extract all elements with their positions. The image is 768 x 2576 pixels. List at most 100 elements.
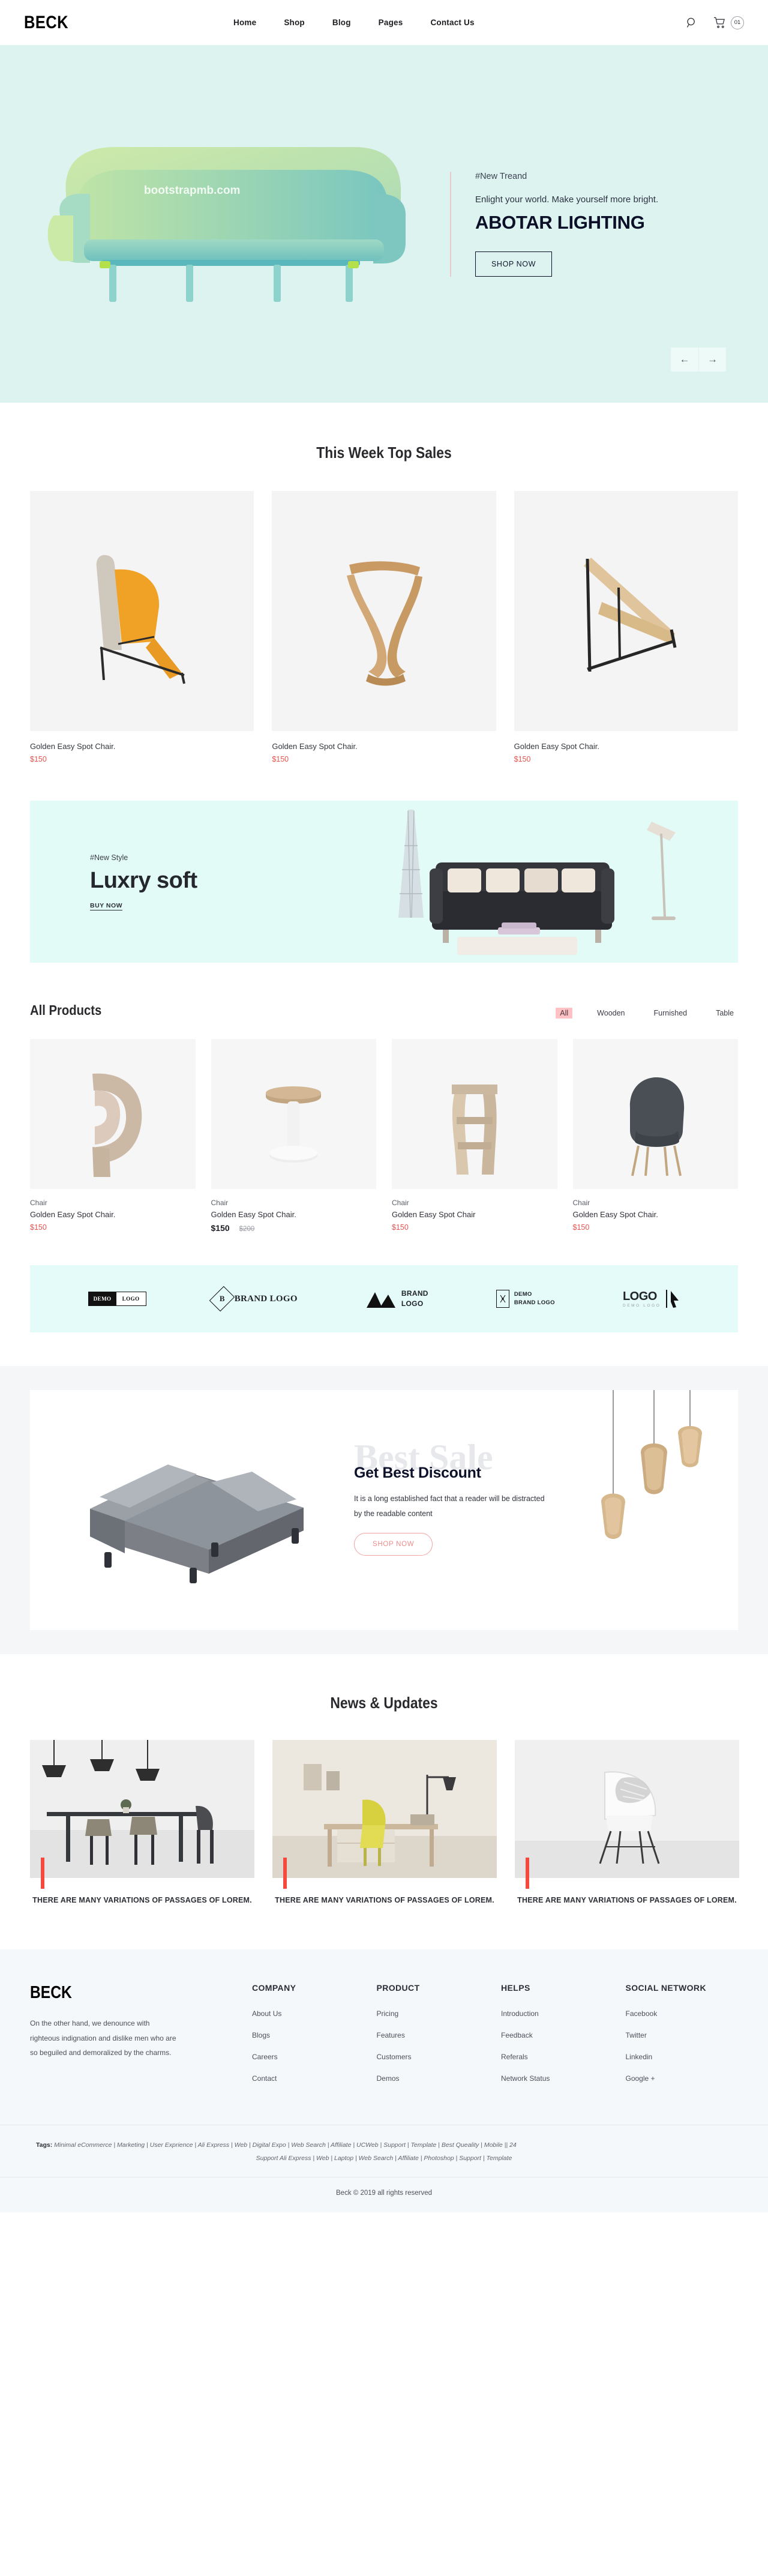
product-price: $150 (30, 1223, 47, 1232)
product-image (392, 1039, 557, 1189)
product-category: Chair (211, 1199, 229, 1207)
luxry-soft-banner: #New Style Luxry soft BUY NOW (30, 801, 738, 963)
footer-column-title: PRODUCT (376, 1983, 420, 1993)
footer-link-careers[interactable]: Careers (252, 2053, 365, 2061)
brand-line-1: BRAND (401, 1289, 428, 1298)
news-image (30, 1740, 254, 1878)
hero-text-block: #New Treand Enlight your world. Make you… (450, 171, 658, 277)
nav-item-pages[interactable]: Pages (379, 18, 403, 27)
product-card[interactable]: Chair Golden Easy Spot Chair $150 (392, 1039, 557, 1233)
footer-link-twitter[interactable]: Twitter (626, 2031, 739, 2039)
product-price-row: $150 (30, 1223, 196, 1232)
footer-link-linkedin[interactable]: Linkedin (626, 2053, 739, 2061)
news-headline: THERE ARE MANY VARIATIONS OF PASSAGES OF… (32, 1896, 252, 1904)
product-image (30, 491, 254, 731)
footer-link-contact[interactable]: Contact (252, 2074, 365, 2083)
filter-tab-table[interactable]: Table (712, 1008, 738, 1019)
product-card[interactable]: Golden Easy Spot Chair. $150 (272, 491, 496, 763)
product-price-row: $150 $200 (211, 1223, 377, 1233)
footer-link-referals[interactable]: Referals (501, 2053, 614, 2061)
footer-link-features[interactable]: Features (377, 2031, 490, 2039)
product-card[interactable]: Chair Golden Easy Spot Chair. $150 $200 (211, 1039, 377, 1233)
hero-sofa-illustration: bootstrapmb.com (42, 104, 426, 344)
footer-link-pricing[interactable]: Pricing (377, 2009, 490, 2018)
discount-shop-now-button[interactable]: SHOP NOW (354, 1532, 433, 1556)
brand-logo-logo-arrow[interactable]: LOGO DEMO LOGO (623, 1289, 680, 1309)
hero-title: ABOTAR LIGHTING (475, 211, 645, 233)
footer-logo[interactable]: BECK (30, 1983, 209, 2003)
news-updates-section: News & Updates THERE ARE MANY VARIATIONS… (30, 1694, 739, 1907)
hero-tagline: #New Treand (475, 171, 527, 181)
footer-link-facebook[interactable]: Facebook (626, 2009, 739, 2018)
cart-area[interactable]: 01 (712, 16, 744, 30)
footer-column-product: PRODUCT Pricing Features Customers Demos (377, 1983, 490, 2096)
all-products-title: All Products (30, 1002, 102, 1018)
footer-link-about-us[interactable]: About Us (252, 2009, 365, 2018)
product-image (211, 1039, 376, 1189)
brand-logo-text-b: LOGO (116, 1292, 146, 1305)
luxry-text-block: #New Style Luxry soft BUY NOW (30, 853, 197, 910)
product-price-row: $150 (573, 1223, 739, 1232)
nav-item-home[interactable]: Home (233, 18, 256, 27)
footer-link-feedback[interactable]: Feedback (501, 2031, 614, 2039)
news-grid: THERE ARE MANY VARIATIONS OF PASSAGES OF… (30, 1740, 739, 1907)
product-card[interactable]: Golden Easy Spot Chair. $150 (30, 491, 254, 763)
filter-tab-furnished[interactable]: Furnished (650, 1008, 692, 1019)
product-price: $150 (30, 755, 47, 763)
product-image (272, 491, 496, 731)
footer-link-introduction[interactable]: Introduction (501, 2009, 614, 2018)
product-price: $150 (272, 755, 289, 763)
footer-column-company: COMPANY About Us Blogs Careers Contact (252, 1983, 365, 2096)
product-category: Chair (392, 1199, 409, 1207)
footer-link-demos[interactable]: Demos (377, 2074, 490, 2083)
brand-logo-demo-brand-logo[interactable]: DEMO BRAND LOGO (496, 1290, 555, 1308)
product-card[interactable]: Chair Golden Easy Spot Chair. $150 (572, 1039, 739, 1233)
slider-next-arrow-icon[interactable]: → (698, 348, 726, 372)
nav-item-contact-us[interactable]: Contact Us (430, 18, 474, 27)
luxry-buy-now-link[interactable]: BUY NOW (90, 902, 123, 910)
all-products-grid: Chair Golden Easy Spot Chair. $150 Chair… (30, 1039, 738, 1233)
product-price-row: $150 (392, 1223, 557, 1232)
cart-icon[interactable] (712, 16, 727, 30)
footer-link-blogs[interactable]: Blogs (252, 2031, 365, 2039)
product-card[interactable]: Golden Easy Spot Chair. $150 (514, 491, 738, 763)
hero-shop-now-button[interactable]: SHOP NOW (475, 251, 553, 277)
brand-diamond-icon: B (209, 1286, 235, 1312)
product-category: Chair (572, 1199, 590, 1207)
nav-item-shop[interactable]: Shop (284, 18, 305, 27)
product-image (30, 1039, 196, 1189)
brand-line-1: DEMO (514, 1290, 532, 1298)
product-category: Chair (30, 1199, 47, 1207)
footer-tags-line-1: Minimal eCommerce | Marketing | User Exp… (54, 2141, 517, 2149)
search-icon[interactable] (685, 16, 699, 30)
hero-slider: bootstrapmb.com #New Treand Enlight your… (0, 45, 768, 403)
discount-sofa-image (54, 1425, 330, 1596)
brand-logo-b-brand-logo[interactable]: B BRAND LOGO (209, 1286, 298, 1312)
brand-logo-text: BRAND LOGO (401, 1289, 428, 1310)
footer-column-title: SOCIAL NETWORK (625, 1983, 706, 1993)
brand-logo-mountain[interactable]: BRAND LOGO (365, 1289, 428, 1310)
footer-link-customers[interactable]: Customers (377, 2053, 490, 2061)
brand-logo-demo-logo[interactable]: DEMO LOGO (88, 1292, 146, 1306)
product-name: Golden Easy Spot Chair. (272, 742, 358, 751)
footer-columns: BECK On the other hand, we denounce with… (0, 1983, 768, 2096)
brand-line-2: LOGO (401, 1299, 424, 1308)
site-logo[interactable]: BECK (24, 13, 68, 33)
filter-tab-wooden[interactable]: Wooden (593, 1008, 629, 1019)
footer-link-google-plus[interactable]: Google + (626, 2074, 739, 2083)
footer-link-network-status[interactable]: Network Status (501, 2074, 614, 2083)
news-image (272, 1740, 497, 1878)
news-card[interactable]: THERE ARE MANY VARIATIONS OF PASSAGES OF… (272, 1740, 497, 1907)
cursor-arrow-icon (666, 1290, 679, 1308)
slider-prev-arrow-icon[interactable]: ← (671, 348, 698, 372)
footer-tags: Tags: Minimal eCommerce | Marketing | Us… (0, 2125, 768, 2177)
product-card[interactable]: Chair Golden Easy Spot Chair. $150 (30, 1039, 196, 1233)
news-image (515, 1740, 739, 1878)
all-products-section: All Products All Wooden Furnished Table … (30, 1002, 738, 1233)
filter-tab-all[interactable]: All (556, 1008, 573, 1019)
discount-section-background: Best Sale Get Best Discount It is a long… (0, 1366, 768, 1654)
news-card[interactable]: THERE ARE MANY VARIATIONS OF PASSAGES OF… (30, 1740, 254, 1907)
news-card[interactable]: THERE ARE MANY VARIATIONS OF PASSAGES OF… (515, 1740, 739, 1907)
nav-item-blog[interactable]: Blog (332, 18, 351, 27)
footer-column-social-network: SOCIAL NETWORK Facebook Twitter Linkedin… (626, 1983, 739, 2096)
